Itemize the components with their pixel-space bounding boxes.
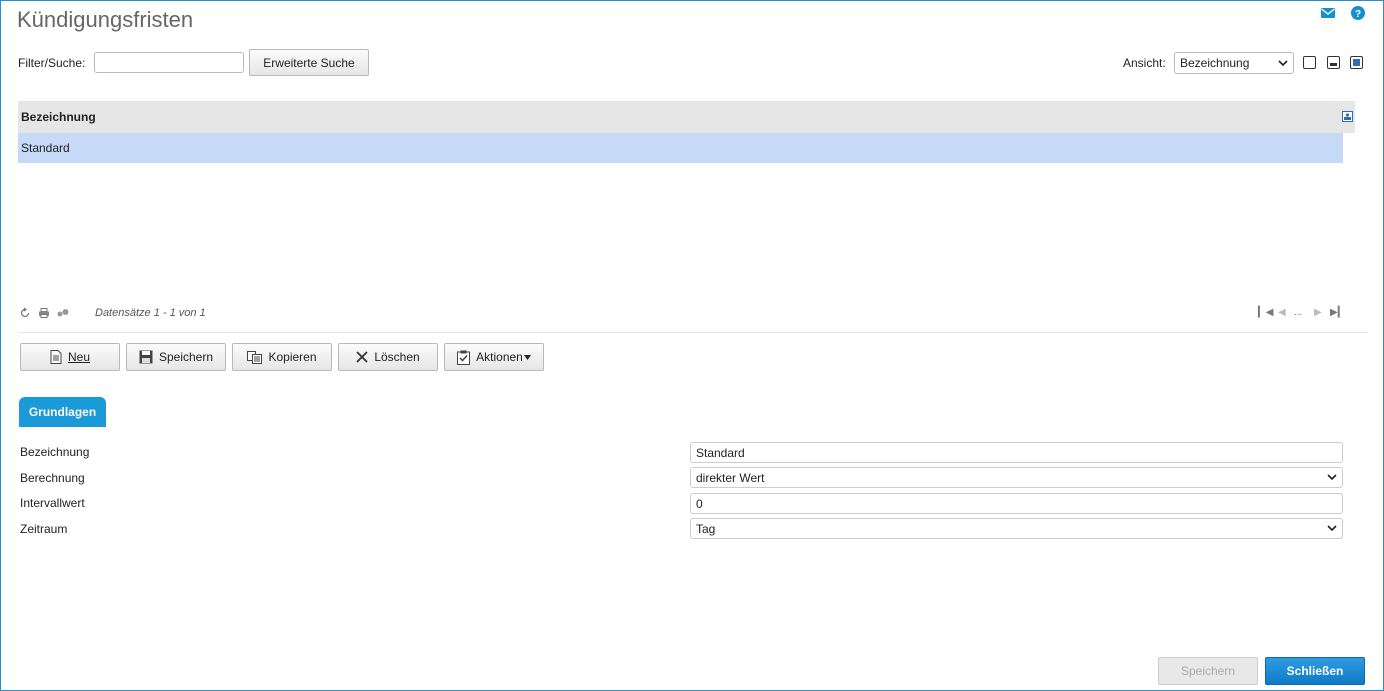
actions-button-label: Aktionen xyxy=(476,350,523,364)
label-berechnung: Berechnung xyxy=(20,471,85,485)
pager-prev-icon[interactable]: ◀ xyxy=(1278,307,1286,318)
layout-single-button[interactable] xyxy=(1303,56,1316,69)
view-select-value: Bezeichnung xyxy=(1180,56,1250,70)
new-button[interactable]: Neu xyxy=(20,343,120,371)
chevron-down-icon xyxy=(1278,59,1288,66)
new-button-label: Neu xyxy=(67,350,90,364)
print-icon[interactable] xyxy=(38,307,50,319)
layout-detail-button[interactable] xyxy=(1350,56,1363,69)
column-header-bezeichnung[interactable]: Bezeichnung xyxy=(21,110,96,124)
page-title: Kündigungsfristen xyxy=(17,7,194,32)
close-button[interactable]: Schließen xyxy=(1265,657,1365,685)
intervallwert-input[interactable]: 0 xyxy=(690,493,1343,514)
bezeichnung-input[interactable]: Standard xyxy=(690,442,1343,463)
caret-down-icon xyxy=(523,354,531,360)
berechnung-value: direkter Wert xyxy=(696,470,765,485)
window-frame: Kündigungsfristen ? Filter/Suche: Erweit… xyxy=(0,0,1384,691)
section-divider xyxy=(18,332,1368,333)
layout-split-button[interactable] xyxy=(1327,56,1340,69)
copy-icon xyxy=(247,350,263,364)
label-intervallwert: Intervallwert xyxy=(20,496,85,510)
zeitraum-value: Tag xyxy=(696,521,716,536)
filter-label: Filter/Suche: xyxy=(18,56,86,70)
label-bezeichnung: Bezeichnung xyxy=(20,445,90,459)
intervallwert-value: 0 xyxy=(696,496,703,511)
zeitraum-select[interactable]: Tag xyxy=(690,518,1343,539)
copy-button-label: Kopieren xyxy=(268,350,317,364)
new-document-icon xyxy=(50,350,62,364)
help-icon[interactable]: ? xyxy=(1350,5,1366,21)
table-cell-bezeichnung: Standard xyxy=(21,141,70,155)
chevron-down-icon xyxy=(1327,525,1337,532)
pager-first-icon[interactable]: ▎◀ xyxy=(1258,307,1273,318)
column-chooser-icon[interactable] xyxy=(1342,111,1353,122)
actions-button[interactable]: Aktionen xyxy=(444,343,544,371)
svg-text:?: ? xyxy=(1355,9,1361,20)
clipboard-icon xyxy=(457,350,471,365)
save-icon xyxy=(139,350,153,364)
columns-settings-icon[interactable] xyxy=(56,307,70,319)
bezeichnung-value: Standard xyxy=(696,445,745,460)
refresh-icon[interactable] xyxy=(19,307,31,319)
pager-ellipsis: ... xyxy=(1294,307,1303,318)
copy-button[interactable]: Kopieren xyxy=(232,343,332,371)
filter-search-input[interactable] xyxy=(94,52,244,73)
delete-button[interactable]: Löschen xyxy=(338,343,438,371)
pager-last-icon[interactable]: ▶▎ xyxy=(1330,307,1345,318)
tab-grundlagen[interactable]: Grundlagen xyxy=(19,397,106,427)
records-info: Datensätze 1 - 1 von 1 xyxy=(95,307,206,319)
save-button[interactable]: Speichern xyxy=(126,343,226,371)
save-button-label: Speichern xyxy=(158,350,214,364)
table-row[interactable]: Standard xyxy=(18,133,1343,163)
close-icon xyxy=(356,351,368,363)
view-label: Ansicht: xyxy=(1123,56,1166,70)
chevron-down-icon xyxy=(1327,474,1337,481)
berechnung-select[interactable]: direkter Wert xyxy=(690,467,1343,488)
label-zeitraum: Zeitraum xyxy=(20,522,68,536)
extended-search-button[interactable]: Erweiterte Suche xyxy=(249,49,369,76)
footer-save-button[interactable]: Speichern xyxy=(1158,657,1258,685)
mail-icon[interactable] xyxy=(1320,5,1336,21)
delete-button-label: Löschen xyxy=(374,350,420,364)
pager-next-icon[interactable]: ▶ xyxy=(1314,307,1322,318)
view-select[interactable]: Bezeichnung xyxy=(1174,52,1294,74)
grid-header: Bezeichnung xyxy=(18,101,1355,133)
